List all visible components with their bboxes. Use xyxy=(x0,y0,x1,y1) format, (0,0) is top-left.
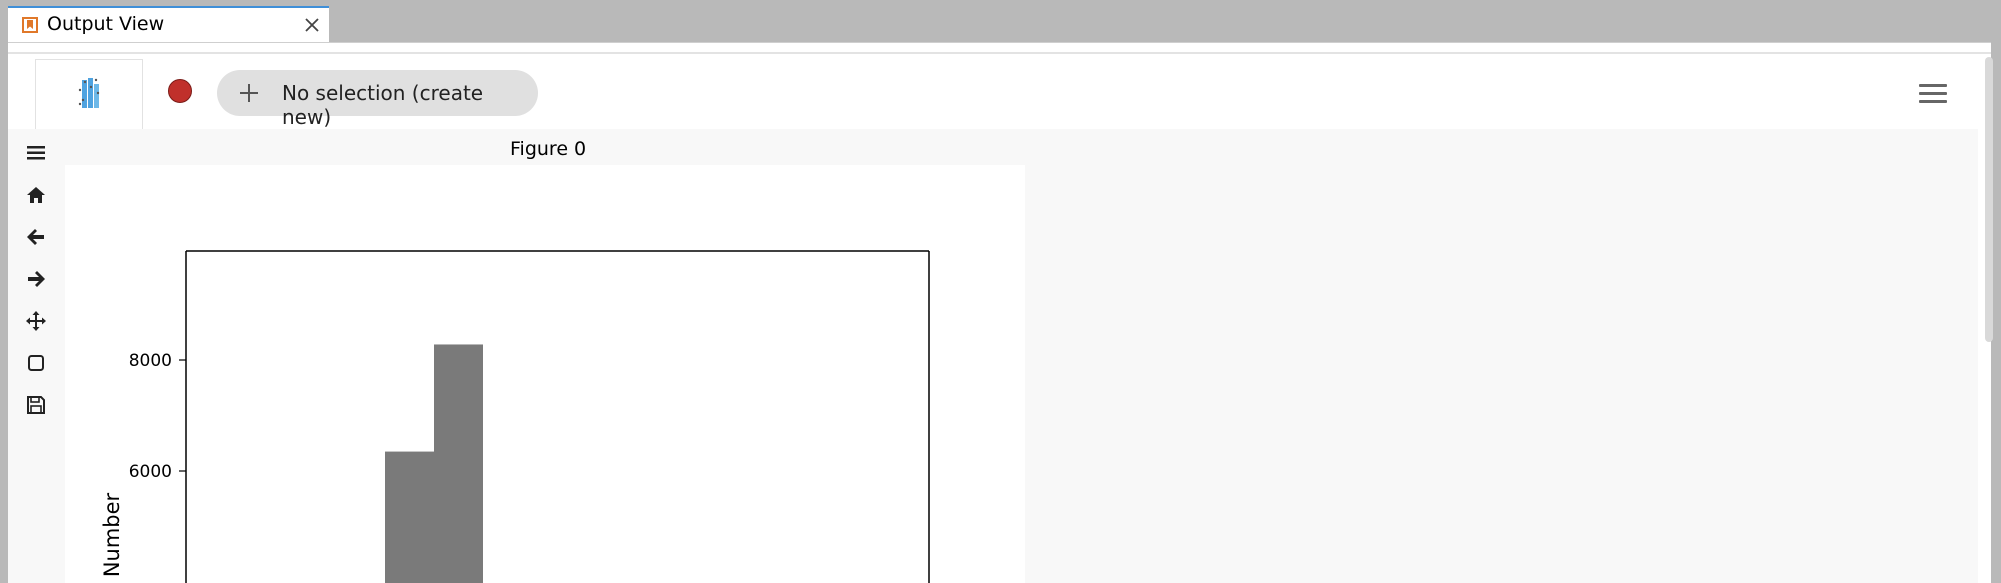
y-axis-label: Number xyxy=(100,492,124,577)
figure-canvas[interactable]: 6000 8000 Number xyxy=(65,165,1025,583)
new-selection-button[interactable]: No selection (create new) xyxy=(217,70,538,129)
hamburger-icon[interactable] xyxy=(1919,84,1949,104)
panel-divider xyxy=(8,52,1991,54)
bookmark-icon xyxy=(22,17,38,33)
figure-area: Figure 0 6000 8000 Number xyxy=(8,129,1978,583)
zoom-rect-icon[interactable] xyxy=(24,351,48,375)
selection-thumbnail[interactable] xyxy=(35,59,143,130)
output-panel: No selection (create new) Figure 0 6000 … xyxy=(8,42,1993,583)
plus-icon xyxy=(240,84,258,102)
back-icon[interactable] xyxy=(24,225,48,249)
home-icon[interactable] xyxy=(24,183,48,207)
forward-icon[interactable] xyxy=(24,267,48,291)
thumbnail-icon xyxy=(78,78,100,108)
figure-title: Figure 0 xyxy=(510,138,587,160)
histogram-bar xyxy=(434,344,483,583)
tab-title: Output View xyxy=(47,13,165,35)
selection-label: No selection (create new) xyxy=(282,81,484,129)
y-tick-label: 6000 xyxy=(129,462,172,482)
close-icon[interactable] xyxy=(304,17,320,33)
vertical-scrollbar[interactable] xyxy=(1985,57,1993,342)
histogram-bar xyxy=(385,451,434,583)
figure-toolbar xyxy=(24,129,64,583)
histogram-chart: 6000 8000 Number xyxy=(100,250,930,583)
menu-tool-icon[interactable] xyxy=(24,141,48,165)
y-tick-label: 8000 xyxy=(129,351,172,371)
record-button[interactable] xyxy=(168,79,192,103)
output-view-tab[interactable]: Output View xyxy=(8,6,329,42)
pan-icon[interactable] xyxy=(24,309,48,333)
save-icon[interactable] xyxy=(24,393,48,417)
